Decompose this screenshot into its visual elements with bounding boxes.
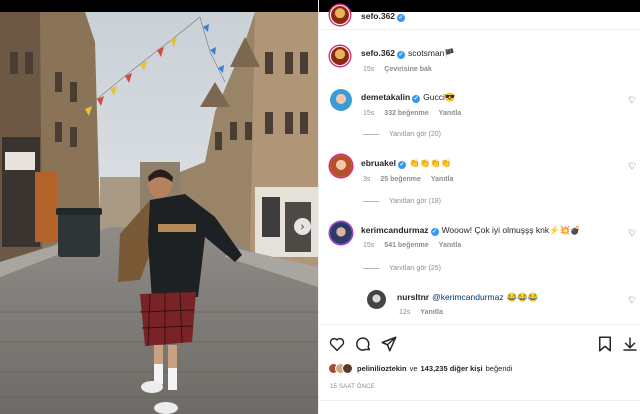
comment-text: Wooow! Çok iyi olmuşşş knk⚡💥💣 [441, 225, 581, 235]
caption: sefo.362 ✓ scotsman🏴 [361, 48, 455, 59]
comment-likes[interactable]: 332 beğenme [384, 110, 428, 117]
comment-like-heart-icon[interactable]: ♡ [628, 162, 637, 171]
post-header: sefo.362 ✓ [319, 0, 640, 30]
add-comment-area[interactable] [319, 400, 640, 414]
reply-text: 😂😂😂 [506, 292, 539, 302]
likes-summary: pelinilioztekin ve 143,235 diğer kişi be… [328, 363, 512, 374]
street-scene-image [0, 12, 318, 414]
reply-button[interactable]: Yanıtla [420, 309, 443, 316]
comment-meta: 15s 332 beğenme Yanıtla [363, 110, 462, 117]
comment-2: ebruakel ✓ 👏👏👏👏 [361, 158, 451, 169]
comment-3: kerimcandurmaz ✓ Wooow! Çok iyi olmuşşş kn… [361, 225, 581, 236]
liker-username[interactable]: pelinilioztekin [357, 364, 407, 373]
comment-username[interactable]: ebruakel [361, 158, 396, 168]
post-photo: › [0, 12, 318, 414]
reply-button[interactable]: Yanıtla [439, 242, 462, 249]
likes-count[interactable]: 143,235 diğer kişi [421, 364, 483, 373]
reply-like-heart-icon[interactable]: ♡ [628, 296, 637, 305]
verified-icon: ✓ [430, 228, 439, 236]
comment-text: 👏👏👏👏 [408, 158, 452, 168]
next-image-button[interactable]: › [294, 218, 311, 235]
comment-username[interactable]: demetakalin [361, 92, 410, 102]
view-replies-button[interactable]: Yanıtları gör (20) [363, 131, 441, 138]
reply-comment: nursltnr @kerimcandurmaz 😂😂😂 [397, 292, 538, 303]
likes-suffix: beğendi [485, 364, 513, 373]
reply-meta: 12s Yanıtla [399, 309, 443, 316]
caption-time: 15s [363, 66, 375, 73]
post-detail-panel: sefo.362 ✓ sefo.362 ✓ scotsman🏴 15s Çevirisi… [318, 0, 640, 414]
author-avatar[interactable] [330, 5, 350, 25]
share-icon[interactable] [380, 335, 398, 353]
comment-meta: 3s 25 beğenme Yanıtla [363, 176, 454, 183]
comment-avatar[interactable] [330, 89, 352, 111]
view-replies-button[interactable]: Yanıtları gör (25) [363, 265, 441, 272]
caption-meta: 15s Çevirisine bak [363, 66, 432, 73]
caption-author-avatar[interactable] [330, 46, 350, 66]
translate-link[interactable]: Çevirisine bak [384, 66, 431, 73]
comment-icon[interactable] [354, 335, 372, 353]
comment-username[interactable]: kerimcandurmaz [361, 225, 429, 235]
comment-1: demetakalin ✓ Gucci😎 [361, 92, 455, 103]
caption-username[interactable]: sefo.362 [361, 48, 395, 58]
view-replies-button[interactable]: Yanıtları gör (18) [363, 198, 441, 205]
verified-icon: ✓ [397, 14, 406, 22]
liker-avatar [342, 363, 353, 374]
verified-icon: ✓ [412, 95, 421, 103]
comment-likes[interactable]: 541 beğenme [384, 242, 428, 249]
save-bookmark-icon[interactable] [596, 335, 614, 353]
likes-connector: ve [409, 364, 418, 373]
comment-avatar[interactable] [330, 222, 352, 244]
reply-button[interactable]: Yanıtla [431, 176, 454, 183]
action-bar [319, 324, 640, 364]
comment-like-heart-icon[interactable]: ♡ [628, 229, 637, 238]
reply-avatar[interactable] [367, 290, 386, 309]
comment-text: Gucci😎 [423, 92, 456, 102]
post-time[interactable]: 15 SAAT ÖNCE [330, 384, 375, 390]
comment-likes[interactable]: 25 beğenme [380, 176, 420, 183]
verified-icon: ✓ [397, 161, 406, 169]
caption-text: scotsman🏴 [408, 48, 455, 58]
mention-link[interactable]: @kerimcandurmaz [432, 292, 503, 302]
reply-button[interactable]: Yanıtla [439, 110, 462, 117]
download-icon[interactable] [621, 335, 639, 353]
comment-meta: 15s 541 beğenme Yanıtla [363, 242, 462, 249]
like-heart-icon[interactable] [328, 335, 346, 353]
reply-username[interactable]: nursltnr [397, 292, 429, 302]
author-username[interactable]: sefo.362 ✓ [361, 11, 406, 22]
verified-icon: ✓ [397, 51, 406, 59]
comment-avatar[interactable] [330, 155, 352, 177]
comment-like-heart-icon[interactable]: ♡ [628, 96, 637, 105]
